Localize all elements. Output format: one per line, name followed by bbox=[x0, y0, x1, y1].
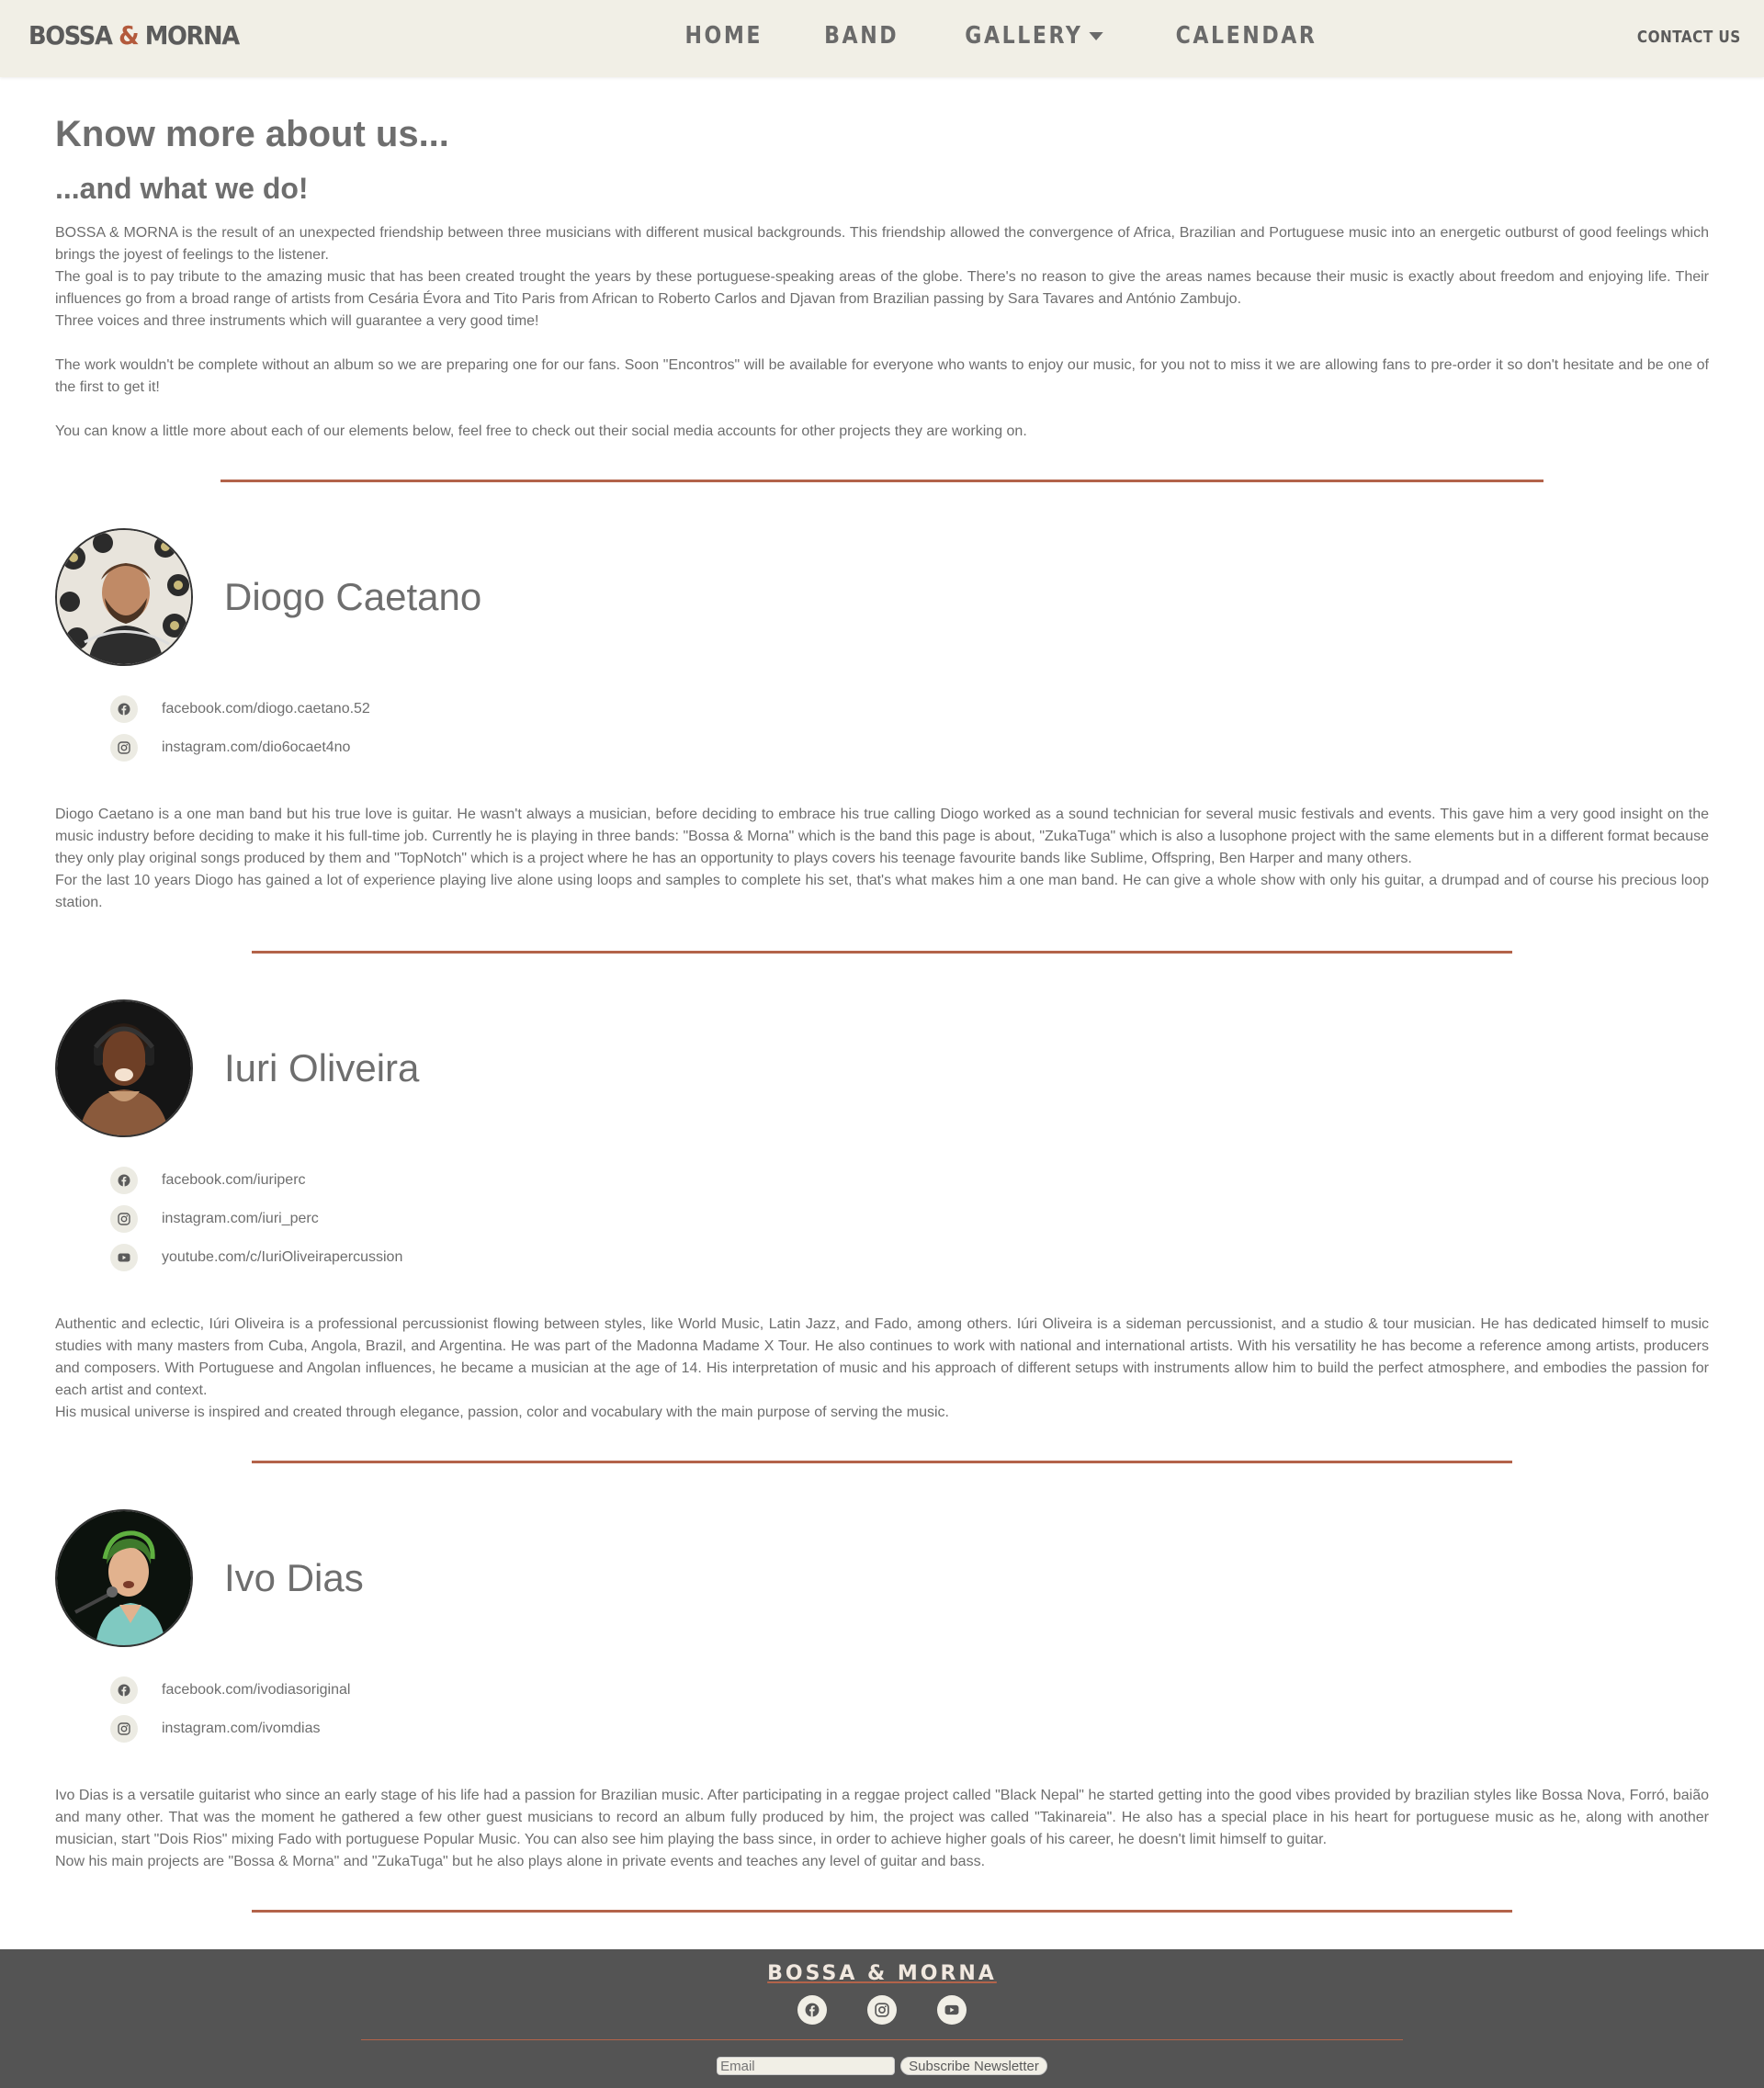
social-item: instagram.com/ivomdias bbox=[110, 1710, 1709, 1748]
social-list: facebook.com/iuriperc instagram.com/iuri… bbox=[55, 1161, 1709, 1277]
navbar: BOSSA & MORNA HOME BAND GALLERY CALENDAR… bbox=[0, 0, 1764, 77]
brand-part2: MORNA bbox=[138, 20, 240, 51]
member-bio: Authentic and eclectic, Iúri Oliveira is… bbox=[55, 1314, 1709, 1424]
caret-down-icon bbox=[1089, 31, 1103, 40]
footer-facebook-icon[interactable] bbox=[797, 1995, 827, 2026]
nav-home[interactable]: HOME bbox=[684, 22, 763, 50]
youtube-icon bbox=[110, 1244, 138, 1272]
intro-paragraph-4: The work wouldn't be complete without an… bbox=[55, 357, 1709, 396]
instagram-icon bbox=[110, 1205, 138, 1234]
member-name: Iuri Oliveira bbox=[224, 1046, 420, 1090]
instagram-icon bbox=[110, 1715, 138, 1744]
member-bio: Diogo Caetano is a one man band but his … bbox=[55, 804, 1709, 914]
brand-logo[interactable]: BOSSA & MORNA bbox=[28, 20, 240, 51]
facebook-icon bbox=[110, 695, 138, 724]
nav-gallery-label: GALLERY bbox=[965, 22, 1083, 50]
intro-text: BOSSA & MORNA is the result of an unexpe… bbox=[55, 222, 1709, 443]
brand-part1: BOSSA bbox=[28, 20, 119, 51]
instagram-link[interactable]: instagram.com/ivomdias bbox=[162, 1721, 321, 1737]
contact-us-link[interactable]: CONTACT US bbox=[1637, 28, 1741, 47]
social-item: facebook.com/ivodiasoriginal bbox=[110, 1671, 1709, 1710]
intro-paragraph-3: Three voices and three instruments which… bbox=[55, 313, 539, 330]
bio-paragraph: His musical universe is inspired and cre… bbox=[55, 1405, 949, 1421]
intro-paragraph-1: BOSSA & MORNA is the result of an unexpe… bbox=[55, 225, 1709, 264]
footer-youtube-icon[interactable] bbox=[937, 1995, 967, 2026]
facebook-icon bbox=[110, 1676, 138, 1705]
email-field[interactable] bbox=[717, 2057, 896, 2076]
nav-gallery-dropdown[interactable]: GALLERY bbox=[965, 22, 1103, 50]
member-card: Iuri Oliveira facebook.com/iuriperc inst… bbox=[55, 954, 1709, 1464]
facebook-link[interactable]: facebook.com/iuriperc bbox=[162, 1172, 306, 1189]
social-list: facebook.com/ivodiasoriginal instagram.c… bbox=[55, 1671, 1709, 1748]
page-subtitle: ...and what we do! bbox=[55, 172, 309, 205]
section-divider bbox=[252, 1910, 1512, 1913]
facebook-link[interactable]: facebook.com/diogo.caetano.52 bbox=[162, 701, 370, 717]
youtube-link[interactable]: youtube.com/c/IuriOliveirapercussion bbox=[162, 1249, 402, 1266]
instagram-icon bbox=[110, 734, 138, 762]
footer: BOSSA & MORNA Subscribe Newsletter bbox=[0, 1949, 1764, 2088]
main-nav: HOME BAND GALLERY CALENDAR bbox=[678, 22, 1329, 50]
bio-paragraph: Ivo Dias is a versatile guitarist who si… bbox=[55, 1788, 1709, 1848]
intro-paragraph-2: The goal is to pay tribute to the amazin… bbox=[55, 269, 1709, 308]
subscribe-newsletter-button[interactable]: Subscribe Newsletter bbox=[900, 2057, 1047, 2076]
page-title: Know more about us... bbox=[55, 114, 449, 154]
bio-paragraph: Now his main projects are "Bossa & Morna… bbox=[55, 1854, 986, 1870]
bio-paragraph: For the last 10 years Diogo has gained a… bbox=[55, 873, 1709, 911]
member-name: Diogo Caetano bbox=[224, 575, 482, 619]
bio-paragraph: Diogo Caetano is a one man band but his … bbox=[55, 807, 1709, 867]
member-name: Ivo Dias bbox=[224, 1556, 364, 1600]
instagram-link[interactable]: instagram.com/iuri_perc bbox=[162, 1211, 319, 1227]
nav-calendar[interactable]: CALENDAR bbox=[1175, 22, 1317, 50]
social-item: instagram.com/iuri_perc bbox=[110, 1200, 1709, 1238]
member-avatar bbox=[55, 999, 193, 1138]
social-item: facebook.com/diogo.caetano.52 bbox=[110, 690, 1709, 728]
member-avatar bbox=[55, 1509, 193, 1648]
main-content: Know more about us... ...and what we do!… bbox=[0, 112, 1764, 1913]
bio-paragraph: Authentic and eclectic, Iúri Oliveira is… bbox=[55, 1316, 1709, 1399]
member-avatar bbox=[55, 528, 193, 667]
member-bio: Ivo Dias is a versatile guitarist who si… bbox=[55, 1785, 1709, 1873]
member-card: Diogo Caetano facebook.com/diogo.caetano… bbox=[55, 482, 1709, 954]
social-list: facebook.com/diogo.caetano.52 instagram.… bbox=[55, 690, 1709, 767]
instagram-link[interactable]: instagram.com/dio6ocaet4no bbox=[162, 739, 350, 756]
brand-ampersand: & bbox=[119, 20, 139, 51]
nav-band[interactable]: BAND bbox=[824, 22, 899, 50]
footer-instagram-icon[interactable] bbox=[867, 1995, 897, 2026]
social-item: facebook.com/iuriperc bbox=[110, 1161, 1709, 1200]
facebook-icon bbox=[110, 1167, 138, 1195]
social-item: youtube.com/c/IuriOliveirapercussion bbox=[110, 1238, 1709, 1277]
footer-brand-link[interactable]: BOSSA & MORNA bbox=[0, 1962, 1764, 1985]
member-card: Ivo Dias facebook.com/ivodiasoriginal in… bbox=[55, 1463, 1709, 1913]
newsletter-form: Subscribe Newsletter bbox=[0, 2057, 1764, 2076]
footer-social-links bbox=[0, 1995, 1764, 2026]
intro-paragraph-5: You can know a little more about each of… bbox=[55, 423, 1027, 440]
footer-divider bbox=[361, 2039, 1403, 2041]
facebook-link[interactable]: facebook.com/ivodiasoriginal bbox=[162, 1682, 350, 1699]
social-item: instagram.com/dio6ocaet4no bbox=[110, 728, 1709, 767]
